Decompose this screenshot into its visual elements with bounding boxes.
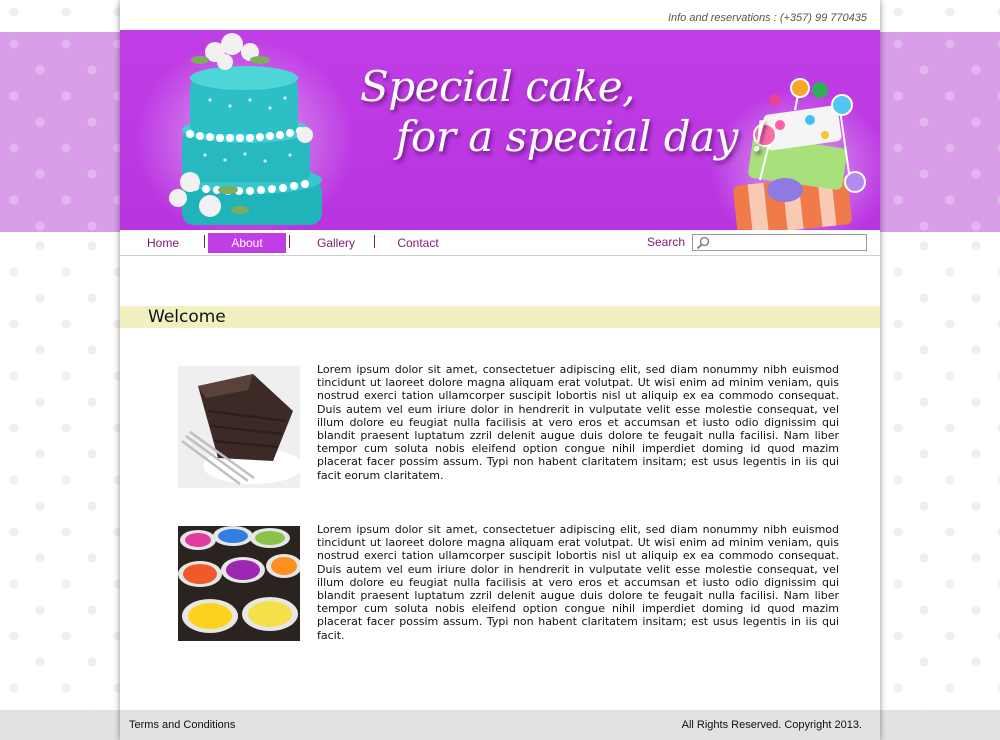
nav-gallery[interactable]: Gallery — [306, 233, 366, 253]
nav-separator — [204, 235, 205, 248]
page-title: Welcome — [148, 307, 226, 327]
section-1-text: Lorem ipsum dolor sit amet, consectetuer… — [317, 363, 839, 482]
search-input[interactable] — [717, 235, 865, 250]
welcome-heading-bar: Welcome — [120, 306, 880, 328]
contact-info: Info and reservations : (+357) 99 770435 — [667, 12, 867, 24]
section-2-text: Lorem ipsum dolor sit amet, consectetuer… — [317, 523, 839, 642]
nav-contact[interactable]: Contact — [387, 233, 449, 253]
page-container: Info and reservations : (+357) 99 770435 — [120, 0, 880, 740]
footer: Terms and Conditions All Rights Reserved… — [120, 710, 880, 740]
nav-separator — [289, 235, 290, 248]
main-navigation: Home About Gallery Contact Search — [120, 231, 880, 256]
teal-wedding-cake-image — [135, 33, 355, 230]
copyright-text: All Rights Reserved. Copyright 2013. — [681, 719, 862, 731]
magnifier-icon[interactable] — [696, 236, 710, 250]
search-label: Search — [647, 235, 686, 249]
nav-about[interactable]: About — [208, 233, 286, 253]
search-field[interactable] — [692, 234, 867, 251]
nav-separator — [374, 235, 375, 248]
nav-home[interactable]: Home — [137, 233, 189, 253]
chocolate-cake-slice-image — [178, 366, 300, 488]
tagline-line-1: Special cake, — [360, 62, 636, 111]
banner-tagline: Special cake, for a special day ! — [360, 62, 768, 162]
tagline-line-2: for a special day ! — [396, 112, 768, 161]
icing-color-bowls-image — [178, 526, 300, 641]
header-banner: Special cake, for a special day ! — [120, 30, 880, 230]
terms-link[interactable]: Terms and Conditions — [129, 719, 235, 731]
